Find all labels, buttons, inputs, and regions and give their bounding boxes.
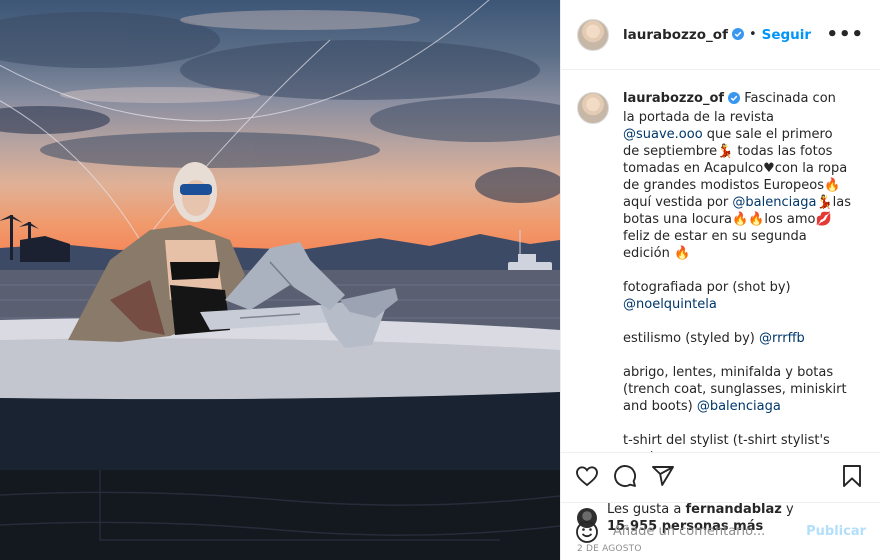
caption-author-avatar[interactable] [577, 92, 609, 124]
caption-paragraph: abrigo, lentes, minifalda y botas (trenc… [623, 364, 851, 415]
photo-scene [0, 0, 560, 560]
bookmark-icon[interactable] [840, 464, 864, 488]
mention-link[interactable]: @noelquintela [623, 297, 717, 312]
verified-badge-icon [728, 92, 741, 109]
header-separator: • [748, 27, 757, 42]
caption-paragraph: t-shirt del stylist (t-shirt stylist's o… [623, 432, 851, 452]
caption-author-username[interactable]: laurabozzo_of [623, 91, 724, 106]
more-options-icon[interactable]: ••• [826, 24, 864, 45]
mention-link[interactable]: @suave.ooo [623, 127, 703, 142]
caption-text: estilismo (styled by) [623, 331, 760, 346]
publish-button[interactable]: Publicar [806, 524, 866, 539]
comment-icon[interactable] [613, 464, 637, 488]
follow-button[interactable]: Seguir [762, 27, 811, 43]
mention-link[interactable]: @balenciaga [732, 195, 816, 210]
caption-text: t-shirt del stylist (t-shirt stylist's o… [623, 433, 830, 452]
comment-form: Publicar [561, 502, 880, 560]
caption-paragraph: laurabozzo_of Fascinada con la portada d… [623, 90, 851, 262]
caption-paragraph: fotografiada por (shot by) @noelquintela [623, 279, 851, 313]
post-header: laurabozzo_of • Seguir ••• [561, 0, 880, 70]
share-icon[interactable] [651, 464, 675, 488]
post-caption: laurabozzo_of Fascinada con la portada d… [623, 90, 851, 452]
comment-input[interactable] [613, 524, 807, 539]
emoji-icon[interactable] [575, 520, 599, 544]
mention-link[interactable]: @rrrffb [759, 331, 805, 346]
mention-link[interactable]: @balenciaga [697, 399, 781, 414]
instagram-post-modal: laurabozzo_of • Seguir ••• laurabozzo_of… [0, 0, 880, 560]
caption-paragraph: estilismo (styled by) @rrrffb [623, 330, 851, 347]
comments-area[interactable]: laurabozzo_of Fascinada con la portada d… [561, 70, 880, 452]
post-side-panel: laurabozzo_of • Seguir ••• laurabozzo_of… [560, 0, 880, 560]
author-avatar[interactable] [577, 18, 609, 51]
post-photo[interactable] [0, 0, 560, 560]
heart-icon[interactable] [575, 464, 599, 488]
verified-badge-icon [731, 25, 744, 44]
caption-text: fotografiada por (shot by) [623, 280, 795, 295]
author-username[interactable]: laurabozzo_of [623, 27, 728, 43]
action-bar [561, 452, 880, 498]
